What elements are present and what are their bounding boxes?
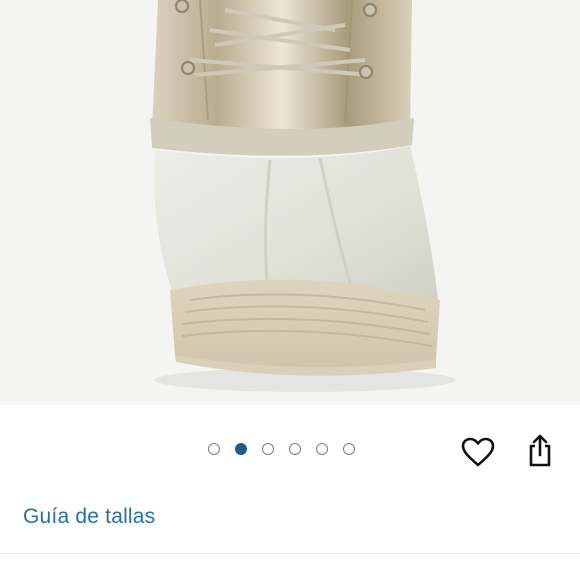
- favorite-button[interactable]: [460, 435, 496, 469]
- carousel-dot[interactable]: [235, 443, 247, 455]
- size-guide-link[interactable]: Guía de tallas: [23, 505, 155, 529]
- carousel-pagination[interactable]: [208, 441, 355, 457]
- product-image[interactable]: [0, 0, 580, 405]
- carousel-dot[interactable]: [316, 443, 328, 455]
- carousel-dot[interactable]: [289, 443, 301, 455]
- share-button[interactable]: [522, 432, 558, 470]
- carousel-dot[interactable]: [262, 443, 274, 455]
- carousel-dot[interactable]: [208, 443, 220, 455]
- next-section-edge: [0, 554, 580, 580]
- heart-icon: [461, 437, 495, 467]
- carousel-dot[interactable]: [343, 443, 355, 455]
- share-icon: [529, 434, 551, 467]
- boot-image: [150, 0, 455, 392]
